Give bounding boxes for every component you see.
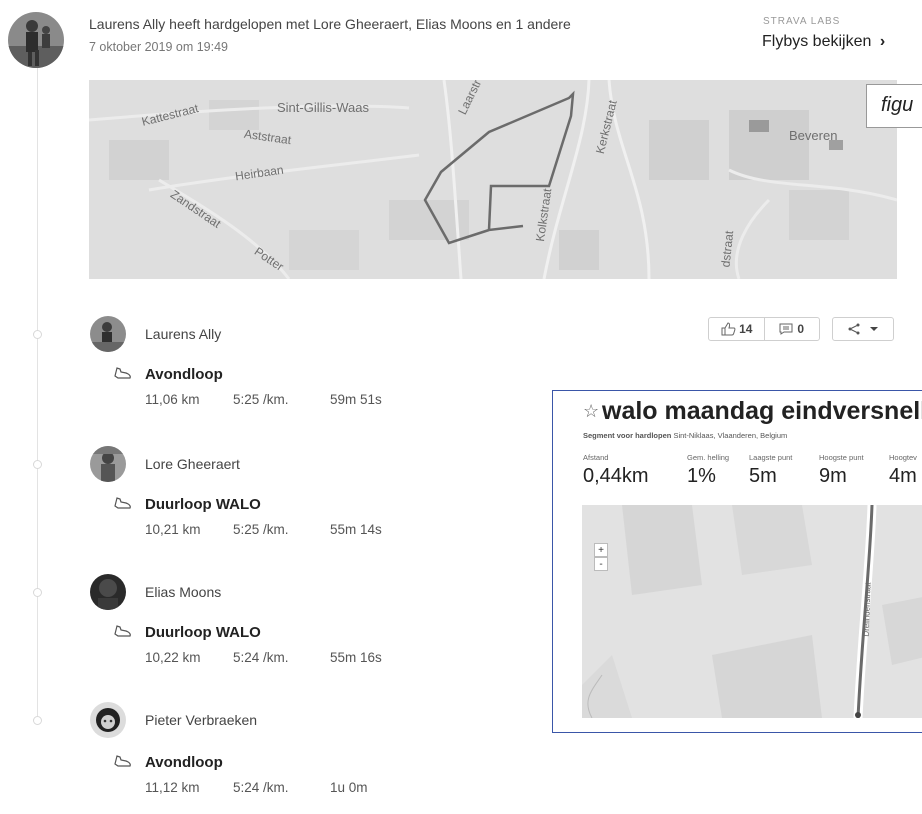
segment-inset: ☆ walo maandag eindversnellin Segment vo…: [552, 390, 922, 733]
activity-time: 55m 16s: [330, 650, 382, 665]
athlete-name[interactable]: Elias Moons: [145, 584, 221, 600]
kudos-button[interactable]: 14: [709, 318, 765, 340]
avatar-photo: [90, 446, 126, 482]
feed-timeline: [37, 62, 38, 716]
activity-pace: 5:24 /km.: [233, 650, 289, 665]
group-activity-summary[interactable]: Laurens Ally heeft hardgelopen met Lore …: [89, 16, 571, 32]
comment-icon: [779, 323, 793, 335]
map-background: [89, 80, 897, 279]
activity-distance: 10,21 km: [145, 522, 201, 537]
athlete-avatar[interactable]: [90, 316, 126, 352]
avatar-photo: [8, 12, 64, 68]
timeline-dot: [33, 330, 42, 339]
activity-distance: 11,12 km: [145, 780, 200, 795]
map-label: Sint-Gillis-Waas: [277, 100, 369, 115]
stat-value: 1%: [687, 465, 716, 487]
star-icon[interactable]: ☆: [583, 401, 599, 422]
stat-value: 9m: [819, 465, 847, 487]
chevron-right-icon: ›: [879, 33, 886, 50]
activity-pace: 5:25 /km.: [233, 522, 289, 537]
timeline-dot: [33, 716, 42, 725]
flybys-link-label: Flybys bekijken: [762, 33, 872, 50]
social-buttons: 14 0: [708, 317, 820, 341]
segment-type: Segment voor hardlopen: [583, 431, 672, 440]
figure-label: figu: [866, 84, 922, 128]
route-map[interactable]: Kattestraat Sint-Gillis-Waas Aststraat H…: [89, 80, 897, 279]
zoom-out-button[interactable]: -: [594, 557, 608, 571]
activity-time: 1u 0m: [330, 780, 368, 795]
athlete-name[interactable]: Laurens Ally: [145, 326, 221, 342]
shoe-icon: [114, 367, 131, 379]
share-icon: [848, 323, 860, 335]
activity-title[interactable]: Duurloop WALO: [145, 624, 261, 641]
shoe-icon: [114, 497, 131, 509]
stat-label: Hoogste punt: [819, 453, 864, 462]
zoom-in-button[interactable]: +: [594, 543, 608, 557]
segment-title: walo maandag eindversnellin: [602, 397, 922, 425]
avatar-photo: [90, 316, 126, 352]
stat-label: Laagste punt: [749, 453, 793, 462]
shoe-icon: [114, 755, 131, 767]
stat-label: Afstand: [583, 453, 609, 462]
flybys-link[interactable]: Flybys bekijken ›: [762, 33, 885, 51]
stat-value: 4m: [889, 465, 917, 487]
segment-location: Sint-Niklaas, Vlaanderen, Belgium: [671, 431, 788, 440]
stat-value: 5m: [749, 465, 777, 487]
stat-label: Gem. helling: [687, 453, 730, 462]
strava-labs-label: STRAVA LABS: [763, 16, 841, 27]
share-button[interactable]: [832, 317, 894, 341]
kudos-count: 14: [739, 322, 753, 336]
athlete-name[interactable]: Pieter Verbraeken: [145, 712, 257, 728]
athlete-avatar[interactable]: [90, 574, 126, 610]
activity-title[interactable]: Avondloop: [145, 754, 223, 771]
activity-title[interactable]: Avondloop: [145, 366, 223, 383]
comment-count: 0: [797, 322, 805, 336]
activity-time: 55m 14s: [330, 522, 382, 537]
activity-distance: 11,06 km: [145, 392, 200, 407]
chevron-down-icon: [870, 327, 878, 331]
athlete-name[interactable]: Lore Gheeraert: [145, 456, 240, 472]
activity-time: 59m 51s: [330, 392, 382, 407]
athlete-avatar[interactable]: [90, 446, 126, 482]
group-avatar[interactable]: [8, 12, 64, 68]
activity-pace: 5:25 /km.: [233, 392, 289, 407]
map-street-label: Dreiindenstraat: [861, 582, 873, 637]
timeline-dot: [33, 588, 42, 597]
figure-label-text: figu: [881, 94, 914, 116]
avatar-photo: [90, 702, 126, 738]
activity-date: 7 oktober 2019 om 19:49: [89, 40, 228, 54]
activity-title[interactable]: Duurloop WALO: [145, 496, 261, 513]
activity-distance: 10,22 km: [145, 650, 201, 665]
stat-value: 0,44km: [583, 465, 649, 487]
shoe-icon: [114, 625, 131, 637]
timeline-dot: [33, 460, 42, 469]
athlete-avatar[interactable]: [90, 702, 126, 738]
avatar-photo: [90, 574, 126, 610]
comment-button[interactable]: 0: [765, 322, 820, 336]
segment-subtitle: Segment voor hardlopen Sint-Niklaas, Vla…: [583, 431, 787, 440]
map-label: Beveren: [789, 128, 838, 143]
stat-label: Hoogtev: [889, 453, 917, 462]
activity-pace: 5:24 /km.: [233, 780, 289, 795]
thumbs-up-icon: [721, 322, 736, 336]
segment-map[interactable]: + - Dreiindenstraat: [582, 505, 922, 718]
